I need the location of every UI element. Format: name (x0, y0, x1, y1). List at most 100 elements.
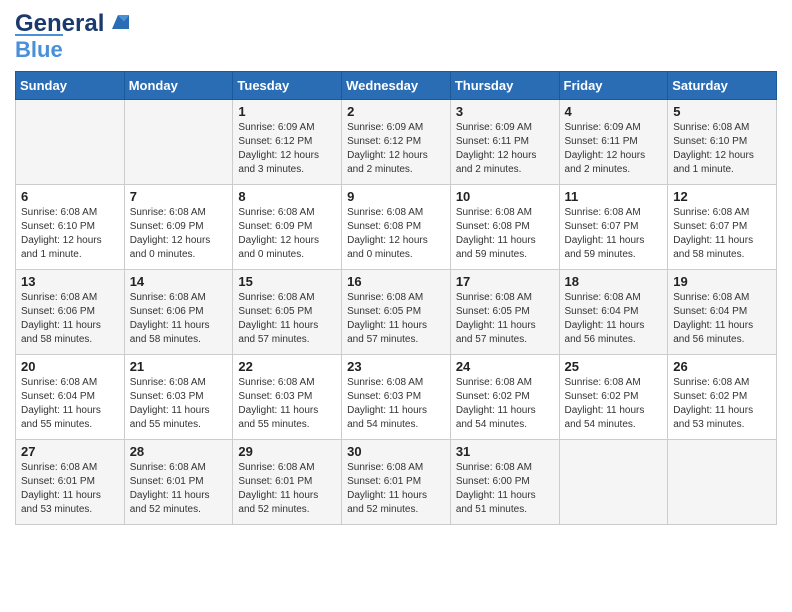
day-number: 1 (238, 104, 336, 119)
day-number: 20 (21, 359, 119, 374)
day-cell: 23 Sunrise: 6:08 AM Sunset: 6:03 PM Dayli… (342, 355, 451, 440)
day-info: Sunrise: 6:08 AM Sunset: 6:08 PM Dayligh… (347, 206, 445, 262)
day-info: Sunrise: 6:08 AM Sunset: 6:06 PM Dayligh… (130, 291, 228, 347)
week-row-2: 6 Sunrise: 6:08 AM Sunset: 6:10 PM Daylig… (16, 185, 777, 270)
day-cell: 31 Sunrise: 6:08 AM Sunset: 6:00 PM Dayli… (450, 440, 559, 525)
week-row-4: 20Sunrise: 6:08 AM Sunset: 6:04 PM Dayli… (16, 355, 777, 440)
day-number: 30 (347, 444, 445, 459)
day-info: Sunrise: 6:08 AM Sunset: 6:01 PM Dayligh… (347, 461, 445, 517)
logo-icon (107, 11, 129, 33)
day-info: Sunrise: 6:08 AM Sunset: 6:02 PM Dayligh… (456, 376, 554, 432)
day-info: Sunrise: 6:08 AM Sunset: 6:10 PM Dayligh… (21, 206, 119, 262)
day-info: Sunrise: 6:08 AM Sunset: 6:09 PM Dayligh… (238, 206, 336, 262)
logo-blue: Blue (15, 34, 63, 63)
day-number: 9 (347, 189, 445, 204)
day-cell: 12 Sunrise: 6:08 AM Sunset: 6:07 PM Dayli… (668, 185, 777, 270)
day-header-friday: Friday (559, 72, 668, 100)
day-cell: 10 Sunrise: 6:08 AM Sunset: 6:08 PM Dayli… (450, 185, 559, 270)
day-number: 23 (347, 359, 445, 374)
day-number: 18 (565, 274, 663, 289)
day-header-saturday: Saturday (668, 72, 777, 100)
day-number: 15 (238, 274, 336, 289)
day-cell: 18Sunrise: 6:08 AM Sunset: 6:04 PM Dayli… (559, 270, 668, 355)
day-number: 26 (673, 359, 771, 374)
day-number: 24 (456, 359, 554, 374)
day-number: 7 (130, 189, 228, 204)
day-cell: 3 Sunrise: 6:09 AM Sunset: 6:11 PM Daylig… (450, 100, 559, 185)
day-cell: 28 Sunrise: 6:08 AM Sunset: 6:01 PM Dayli… (124, 440, 233, 525)
day-info: Sunrise: 6:08 AM Sunset: 6:05 PM Dayligh… (456, 291, 554, 347)
week-row-3: 13 Sunrise: 6:08 AM Sunset: 6:06 PM Dayli… (16, 270, 777, 355)
day-cell: 21 Sunrise: 6:08 AM Sunset: 6:03 PM Dayli… (124, 355, 233, 440)
day-number: 25 (565, 359, 663, 374)
day-info: Sunrise: 6:08 AM Sunset: 6:09 PM Dayligh… (130, 206, 228, 262)
day-cell: 20Sunrise: 6:08 AM Sunset: 6:04 PM Dayli… (16, 355, 125, 440)
day-info: Sunrise: 6:09 AM Sunset: 6:12 PM Dayligh… (347, 121, 445, 177)
day-header-monday: Monday (124, 72, 233, 100)
day-number: 2 (347, 104, 445, 119)
day-info: Sunrise: 6:08 AM Sunset: 6:04 PM Dayligh… (673, 291, 771, 347)
day-number: 10 (456, 189, 554, 204)
day-number: 12 (673, 189, 771, 204)
day-cell: 24 Sunrise: 6:08 AM Sunset: 6:02 PM Dayli… (450, 355, 559, 440)
day-info: Sunrise: 6:08 AM Sunset: 6:10 PM Dayligh… (673, 121, 771, 177)
day-info: Sunrise: 6:09 AM Sunset: 6:11 PM Dayligh… (456, 121, 554, 177)
day-number: 19 (673, 274, 771, 289)
day-cell: 6 Sunrise: 6:08 AM Sunset: 6:10 PM Daylig… (16, 185, 125, 270)
day-number: 6 (21, 189, 119, 204)
day-number: 16 (347, 274, 445, 289)
day-cell: 29 Sunrise: 6:08 AM Sunset: 6:01 PM Dayli… (233, 440, 342, 525)
day-cell: 22Sunrise: 6:08 AM Sunset: 6:03 PM Dayli… (233, 355, 342, 440)
day-cell: 26 Sunrise: 6:08 AM Sunset: 6:02 PM Dayli… (668, 355, 777, 440)
day-cell: 13 Sunrise: 6:08 AM Sunset: 6:06 PM Dayli… (16, 270, 125, 355)
day-number: 29 (238, 444, 336, 459)
day-number: 14 (130, 274, 228, 289)
page-header: General Blue (15, 10, 777, 63)
week-row-1: 1 Sunrise: 6:09 AM Sunset: 6:12 PM Daylig… (16, 100, 777, 185)
day-cell: 17Sunrise: 6:08 AM Sunset: 6:05 PM Dayli… (450, 270, 559, 355)
day-info: Sunrise: 6:08 AM Sunset: 6:08 PM Dayligh… (456, 206, 554, 262)
day-info: Sunrise: 6:08 AM Sunset: 6:05 PM Dayligh… (238, 291, 336, 347)
day-info: Sunrise: 6:08 AM Sunset: 6:07 PM Dayligh… (673, 206, 771, 262)
day-info: Sunrise: 6:09 AM Sunset: 6:12 PM Dayligh… (238, 121, 336, 177)
day-number: 5 (673, 104, 771, 119)
day-header-wednesday: Wednesday (342, 72, 451, 100)
day-number: 13 (21, 274, 119, 289)
day-cell: 9 Sunrise: 6:08 AM Sunset: 6:08 PM Daylig… (342, 185, 451, 270)
logo: General Blue (15, 10, 129, 63)
day-info: Sunrise: 6:08 AM Sunset: 6:02 PM Dayligh… (673, 376, 771, 432)
day-header-thursday: Thursday (450, 72, 559, 100)
day-info: Sunrise: 6:08 AM Sunset: 6:03 PM Dayligh… (238, 376, 336, 432)
header-row: SundayMondayTuesdayWednesdayThursdayFrid… (16, 72, 777, 100)
day-info: Sunrise: 6:08 AM Sunset: 6:03 PM Dayligh… (130, 376, 228, 432)
day-info: Sunrise: 6:08 AM Sunset: 6:01 PM Dayligh… (130, 461, 228, 517)
day-info: Sunrise: 6:08 AM Sunset: 6:01 PM Dayligh… (21, 461, 119, 517)
day-info: Sunrise: 6:08 AM Sunset: 6:03 PM Dayligh… (347, 376, 445, 432)
day-cell (668, 440, 777, 525)
day-number: 21 (130, 359, 228, 374)
day-cell (559, 440, 668, 525)
day-cell: 8 Sunrise: 6:08 AM Sunset: 6:09 PM Daylig… (233, 185, 342, 270)
day-number: 28 (130, 444, 228, 459)
day-info: Sunrise: 6:08 AM Sunset: 6:00 PM Dayligh… (456, 461, 554, 517)
day-number: 3 (456, 104, 554, 119)
day-info: Sunrise: 6:09 AM Sunset: 6:11 PM Dayligh… (565, 121, 663, 177)
day-cell: 30 Sunrise: 6:08 AM Sunset: 6:01 PM Dayli… (342, 440, 451, 525)
day-info: Sunrise: 6:08 AM Sunset: 6:01 PM Dayligh… (238, 461, 336, 517)
day-number: 8 (238, 189, 336, 204)
day-number: 11 (565, 189, 663, 204)
day-cell: 7 Sunrise: 6:08 AM Sunset: 6:09 PM Daylig… (124, 185, 233, 270)
day-info: Sunrise: 6:08 AM Sunset: 6:07 PM Dayligh… (565, 206, 663, 262)
day-info: Sunrise: 6:08 AM Sunset: 6:06 PM Dayligh… (21, 291, 119, 347)
week-row-5: 27Sunrise: 6:08 AM Sunset: 6:01 PM Dayli… (16, 440, 777, 525)
day-cell: 4 Sunrise: 6:09 AM Sunset: 6:11 PM Daylig… (559, 100, 668, 185)
day-cell: 1 Sunrise: 6:09 AM Sunset: 6:12 PM Daylig… (233, 100, 342, 185)
day-cell: 2 Sunrise: 6:09 AM Sunset: 6:12 PM Daylig… (342, 100, 451, 185)
calendar-table: SundayMondayTuesdayWednesdayThursdayFrid… (15, 71, 777, 525)
day-cell: 5 Sunrise: 6:08 AM Sunset: 6:10 PM Daylig… (668, 100, 777, 185)
day-cell: 16Sunrise: 6:08 AM Sunset: 6:05 PM Dayli… (342, 270, 451, 355)
day-cell (124, 100, 233, 185)
day-number: 31 (456, 444, 554, 459)
day-number: 4 (565, 104, 663, 119)
day-cell: 19 Sunrise: 6:08 AM Sunset: 6:04 PM Dayli… (668, 270, 777, 355)
